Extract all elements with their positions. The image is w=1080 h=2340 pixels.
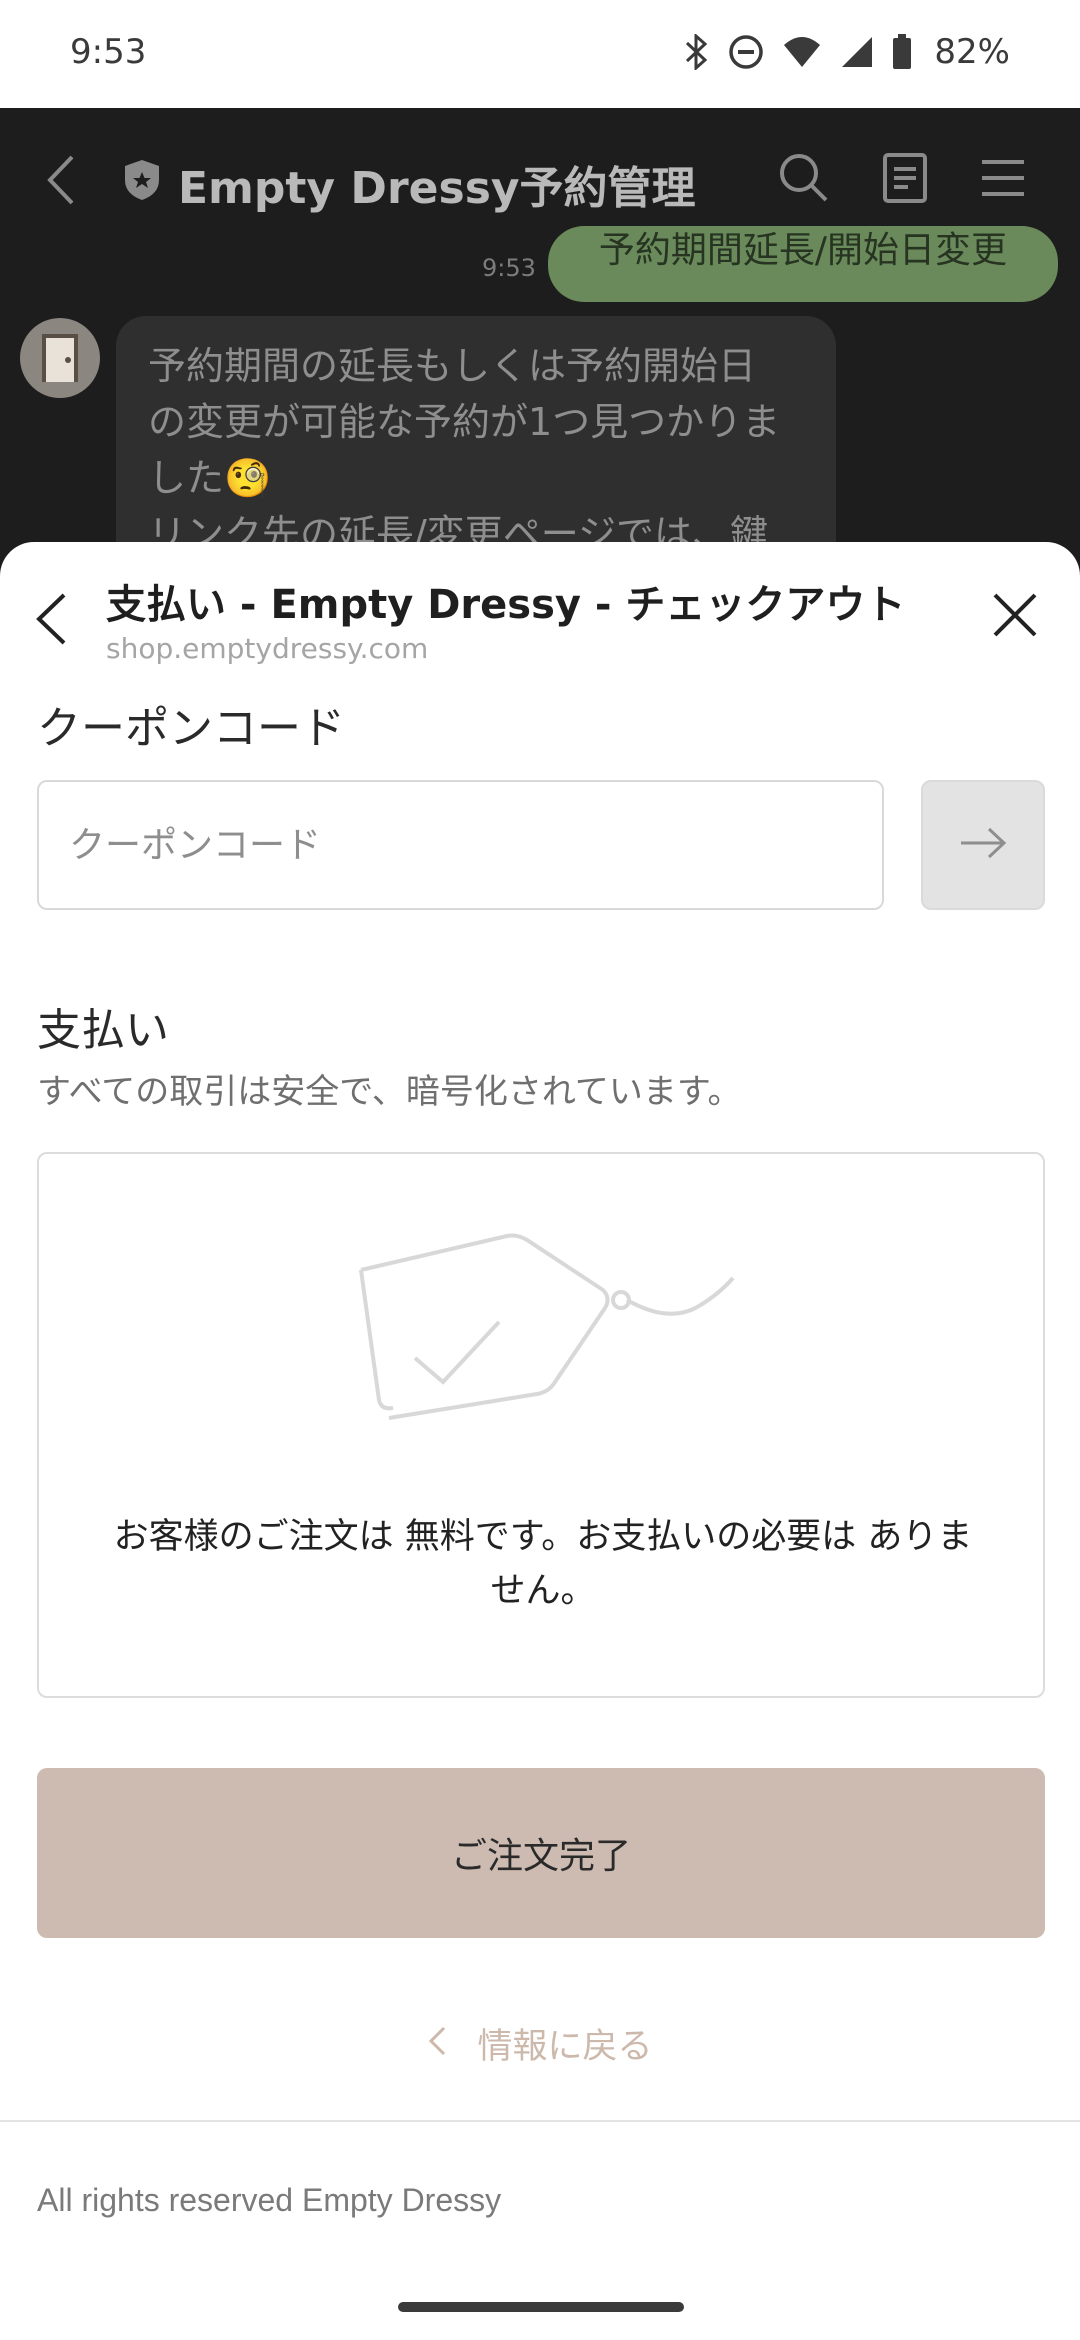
search-icon[interactable]: [778, 152, 830, 208]
signal-icon: [840, 35, 874, 69]
shield-icon: [122, 158, 162, 206]
payment-security-note: すべての取引は安全で、暗号化されています。: [37, 1072, 742, 1112]
avatar[interactable]: [20, 318, 100, 398]
received-message-line: 予約期間の延長もしくは予約開始日: [148, 344, 757, 388]
battery-percent: 82%: [934, 32, 1010, 72]
menu-icon[interactable]: [980, 158, 1026, 202]
sent-message-time: 9:53: [482, 254, 536, 282]
free-order-notice: お客様のご注文は 無料です。お支払いの必要は ありません。: [37, 1152, 1045, 1698]
screen: 9:53 82% Empty Dressy予約管理 予約期間延長/開始日変更 9…: [0, 0, 1080, 2340]
received-message-line: した🧐: [148, 456, 272, 500]
coupon-heading: クーポンコード: [37, 703, 345, 754]
sheet-title: 支払い - Empty Dressy - チェックアウト: [106, 582, 906, 628]
footer-copyright: All rights reserved Empty Dressy: [37, 2182, 502, 2218]
battery-icon: [892, 34, 912, 70]
notes-icon[interactable]: [882, 152, 928, 208]
chevron-left-icon: [427, 2025, 447, 2061]
price-tag-icon: [339, 1224, 739, 1428]
checkout-sheet: 支払い - Empty Dressy - チェックアウト shop.emptyd…: [0, 542, 1080, 2340]
back-link-label: 情報に戻る: [477, 2026, 653, 2067]
wifi-icon: [782, 35, 822, 69]
home-indicator[interactable]: [398, 2302, 684, 2312]
payment-heading: 支払い: [37, 1005, 169, 1056]
close-icon[interactable]: [992, 592, 1038, 642]
status-time: 9:53: [70, 32, 147, 72]
divider: [0, 2120, 1080, 2122]
sheet-back-icon[interactable]: [34, 592, 68, 650]
chat-title: Empty Dressy予約管理: [178, 163, 696, 214]
arrow-right-icon: [959, 827, 1007, 863]
coupon-apply-button[interactable]: [921, 780, 1045, 910]
status-bar: 9:53 82%: [0, 0, 1080, 108]
received-message-line: の変更が可能な予約が1つ見つかりま: [148, 400, 781, 444]
complete-order-button[interactable]: ご注文完了: [37, 1768, 1045, 1938]
sent-message-bubble: 予約期間延長/開始日変更: [548, 226, 1058, 302]
chat-background: Empty Dressy予約管理 予約期間延長/開始日変更 9:53 予約期間の…: [0, 108, 1080, 616]
status-icons: 82%: [684, 30, 1010, 74]
chat-back-icon[interactable]: [46, 154, 76, 210]
coupon-code-input[interactable]: [37, 780, 884, 910]
sheet-url: shop.emptydressy.com: [106, 632, 429, 665]
free-order-message: お客様のご注文は 無料です。お支払いの必要は ありません。: [113, 1517, 973, 1611]
do-not-disturb-icon: [728, 34, 764, 70]
sent-message-text: 予約期間延長/開始日変更: [598, 230, 1008, 271]
bluetooth-icon: [684, 34, 710, 70]
back-to-information-link[interactable]: 情報に戻る: [0, 2008, 1080, 2078]
